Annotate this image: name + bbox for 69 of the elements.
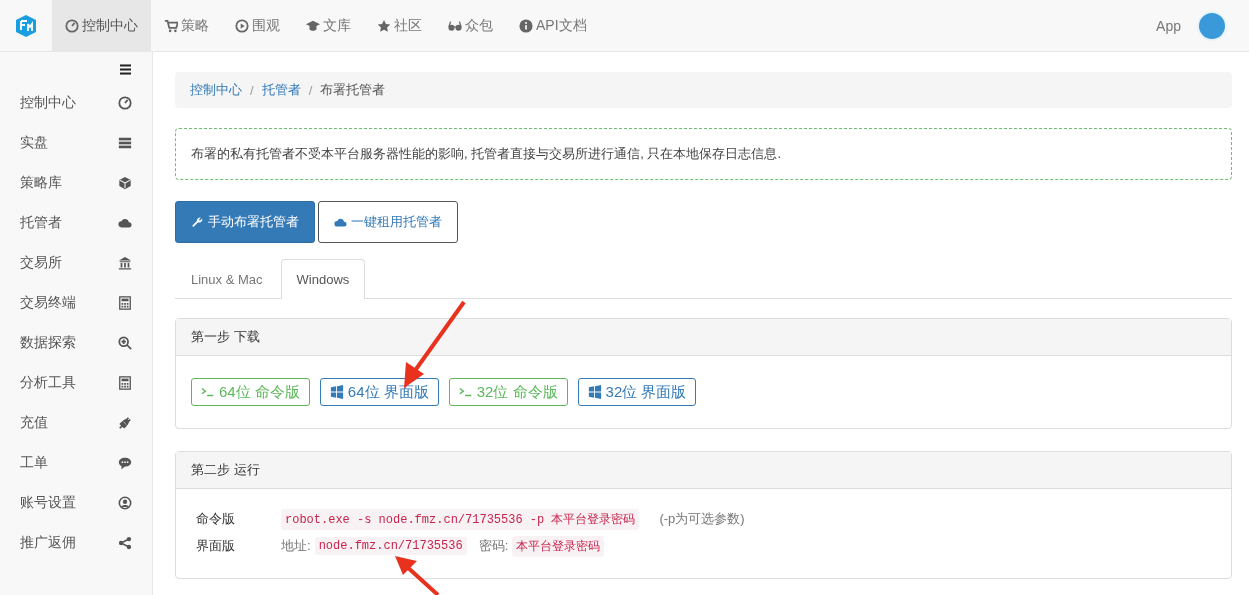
field-label: 密码: [478, 537, 509, 555]
nav-tab[interactable]: 控制中心 [52, 0, 151, 51]
server-icon [118, 136, 132, 150]
deploy-option-button[interactable]: 一键租用托管者 [318, 201, 458, 243]
terminal-icon [201, 385, 215, 399]
deploy-option-button[interactable]: 手动布署托管者 [175, 201, 315, 243]
sidebar-item[interactable]: 数据探索 [0, 323, 152, 363]
bank-icon [118, 256, 132, 270]
app-link[interactable]: App [1156, 17, 1181, 34]
sidebar-item[interactable]: 实盘 [0, 123, 152, 163]
sidebar-item[interactable]: 推广返佣 [0, 523, 152, 563]
breadcrumb-current: 布署托管者 [320, 81, 386, 99]
cart-icon [164, 18, 178, 33]
sidebar-item[interactable]: 分析工具 [0, 363, 152, 403]
play-icon [235, 18, 249, 33]
nav-tab[interactable]: API文档 [506, 0, 600, 51]
cube-icon [118, 176, 132, 190]
sidebar-item[interactable]: 工单 [0, 443, 152, 483]
download-button[interactable]: 32位 界面版 [577, 378, 697, 406]
user-icon [118, 496, 132, 510]
os-tab[interactable]: Windows [280, 259, 366, 299]
wrench-icon [191, 215, 204, 229]
download-button[interactable]: 64位 命令版 [191, 378, 310, 406]
cloud-icon [118, 216, 132, 230]
share-icon [118, 536, 132, 550]
star-icon [377, 18, 391, 33]
sidebar-item[interactable]: 交易所 [0, 243, 152, 283]
window-logo-icon [329, 385, 344, 399]
graduation-cap-icon [306, 18, 320, 33]
menu-icon[interactable] [120, 64, 131, 75]
gauge-icon [65, 18, 79, 33]
terminal-icon [458, 385, 473, 399]
notice-text: 布署的私有托管者不受本平台服务器性能的影响, 托管者直接与交易所进行通信, 只在本地保存日志信息. [191, 145, 782, 163]
gauge-icon [118, 96, 132, 110]
field-label: 地址: [281, 537, 311, 555]
code-snippet: robot.exe -s node.fmz.cn/71735536 -p 本平台登录密码 [281, 508, 640, 530]
sidebar-item[interactable]: 控制中心 [0, 83, 152, 123]
calculator-icon [118, 376, 132, 390]
sidebar-item[interactable]: 策略库 [0, 163, 152, 203]
breadcrumb-link[interactable]: 托管者 [261, 81, 301, 99]
download-button[interactable]: 64位 界面版 [319, 378, 439, 406]
plug-icon [118, 416, 132, 430]
nav-tab[interactable]: 策略 [151, 0, 222, 51]
calculator-icon [118, 296, 132, 310]
chat-icon [118, 456, 132, 470]
nav-tab[interactable]: 众包 [435, 0, 506, 51]
nav-tab[interactable]: 文库 [293, 0, 364, 51]
sidebar-item[interactable]: 托管者 [0, 203, 152, 243]
nav-tab[interactable]: 社区 [364, 0, 435, 51]
code-snippet: node.fmz.cn/71735536 [314, 537, 467, 555]
breadcrumb-link[interactable]: 控制中心 [190, 81, 242, 99]
os-tab[interactable]: Linux & Mac [175, 259, 279, 298]
code-snippet: 本平台登录密码 [512, 535, 605, 557]
avatar-icon[interactable] [1197, 10, 1227, 41]
panel-title: 第二步 运行 [191, 461, 260, 479]
hint-text: (-p为可选参数) [659, 510, 745, 528]
sidebar-item[interactable]: 账号设置 [0, 483, 152, 523]
row-label: 界面版 [196, 537, 236, 555]
sidebar-item[interactable]: 充值 [0, 403, 152, 443]
download-button[interactable]: 32位 命令版 [448, 378, 568, 406]
row-label: 命令版 [196, 510, 236, 528]
breadcrumb-separator: / [308, 82, 313, 98]
zoom-in-icon [118, 336, 132, 350]
breadcrumb-separator: / [250, 82, 254, 98]
sidebar-item[interactable]: 交易终端 [0, 283, 152, 323]
info-icon [519, 18, 533, 33]
panel-title: 第一步 下载 [191, 328, 260, 346]
nav-tab[interactable]: 围观 [222, 0, 293, 51]
window-logo-icon [587, 385, 602, 399]
